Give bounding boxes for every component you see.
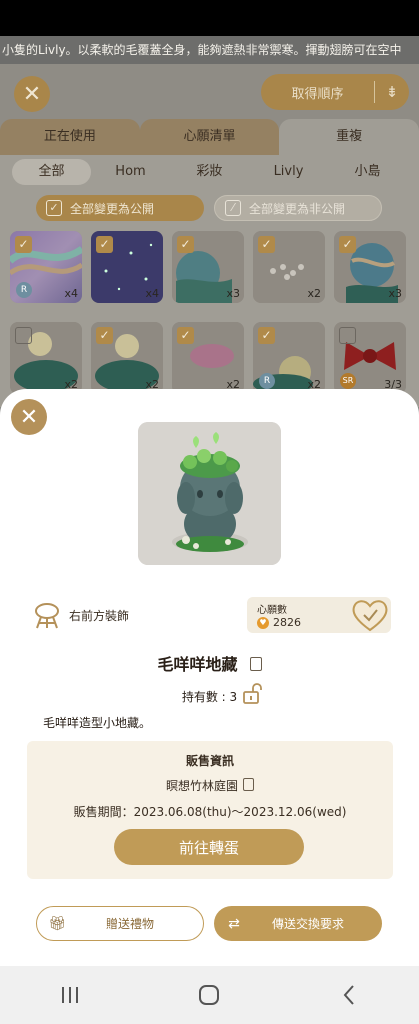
checkbox-icon: ✓ — [258, 236, 275, 253]
status-bar — [0, 0, 419, 36]
slash-box-icon: ⁄ — [225, 200, 241, 216]
sort-order-icon: ⇟ — [385, 83, 399, 101]
rarity-badge: R — [16, 282, 32, 298]
quantity-label: x4 — [145, 287, 159, 300]
recent-apps-icon[interactable] — [40, 975, 100, 1015]
item-detail-sheet: ✕ 右前方裝飾 心願數 ♥ 2826 毛咩咩地藏 持有數: 3 毛咩咩造型小地… — [0, 389, 419, 966]
tab-duplicates[interactable]: 重複 — [279, 119, 419, 155]
trade-icon: ⇄ — [228, 915, 240, 932]
quantity-label: x3 — [226, 287, 240, 300]
home-icon[interactable] — [179, 975, 239, 1015]
grid-item[interactable]: ✓ SR 3/3 — [334, 322, 406, 394]
unchecked-box-icon: ✓ — [339, 327, 356, 344]
grid-item[interactable]: ✓ x2 — [91, 322, 163, 394]
tab-bar: 正在使用 心願清單 重複 — [0, 119, 419, 155]
grid-item[interactable]: ✓ x2 — [172, 322, 244, 394]
heart-icon: ♥ — [257, 616, 269, 629]
grid-item[interactable]: ✓ x4 — [91, 231, 163, 303]
checkbox-icon: ✓ — [46, 200, 62, 216]
inventory-backdrop: ✕ 取得順序 ⇟ 正在使用 心願清單 重複 全部 Hom 彩妝 Livly 小島… — [0, 64, 419, 407]
tab-in-use[interactable]: 正在使用 — [0, 119, 140, 155]
back-icon[interactable] — [319, 975, 379, 1015]
grid-item[interactable]: ✓ x2 — [10, 322, 82, 394]
make-all-public-label: 全部變更為公開 — [70, 201, 155, 216]
quantity-label: x2 — [307, 287, 321, 300]
make-all-private-button[interactable]: ⁄ 全部變更為非公開 — [214, 195, 382, 221]
sort-label: 取得順序 — [291, 86, 344, 102]
slot-label: 右前方裝飾 — [69, 608, 130, 623]
jizo-statue-illustration — [138, 422, 281, 565]
grid-item[interactable]: ✓ x3 — [334, 231, 406, 303]
system-nav-bar — [0, 966, 419, 1024]
tab-wishlist[interactable]: 心願清單 — [139, 119, 280, 155]
checkbox-icon: ✓ — [177, 327, 194, 344]
category-filter: 全部 Hom 彩妝 Livly 小島 — [0, 155, 419, 189]
unchecked-box-icon: ✓ — [15, 327, 32, 344]
owned-count: 持有數 : 3 — [181, 690, 238, 704]
decoration-slot-icon — [35, 603, 59, 629]
checkbox-icon: ✓ — [96, 236, 113, 253]
visibility-row: ✓ 全部變更為公開 ⁄ 全部變更為非公開 — [0, 189, 419, 227]
sale-info-panel: 販售資訊 瞑想竹林庭園 販售期間：2023.06.08(thu)～2023.12… — [27, 741, 393, 879]
subtab-island[interactable]: 小島 — [328, 159, 407, 185]
gift-icon: 🎁︎ — [48, 915, 66, 932]
subtab-all[interactable]: 全部 — [12, 159, 91, 185]
document-icon[interactable] — [249, 657, 262, 671]
subtab-livly[interactable]: Livly — [249, 159, 328, 185]
document-icon[interactable] — [243, 778, 254, 791]
go-to-gacha-button[interactable]: 前往轉蛋 — [114, 829, 304, 865]
sale-period: 販售期間：2023.06.08(thu)～2023.12.06(wed) — [73, 805, 347, 819]
grid-item[interactable]: ✓ R x2 — [253, 322, 325, 394]
grid-item[interactable]: ✓ R x4 — [10, 231, 82, 303]
rarity-badge: R — [259, 373, 275, 389]
unlock-icon[interactable] — [241, 683, 263, 705]
sort-button[interactable]: 取得順序 ⇟ — [261, 74, 409, 110]
make-all-public-button[interactable]: ✓ 全部變更為公開 — [36, 195, 204, 221]
shop-row: 瞑想竹林庭園 — [27, 777, 393, 794]
item-description: 毛咩咩造型小地藏。 — [43, 716, 152, 730]
grid-item[interactable]: ✓ x3 — [172, 231, 244, 303]
close-icon[interactable]: ✕ — [11, 399, 47, 435]
checkbox-icon: ✓ — [15, 236, 32, 253]
item-preview-image — [138, 422, 281, 565]
wish-count-value: 2826 — [273, 616, 301, 629]
news-ticker: 小隻的Livly。以柔軟的毛覆蓋全身，能夠遮熱非常禦寒。揮動翅膀可在空中 — [0, 36, 419, 64]
checkbox-icon: ✓ — [96, 327, 113, 344]
shop-name: 瞑想竹林庭園 — [165, 779, 238, 793]
make-all-private-label: 全部變更為非公開 — [249, 201, 346, 216]
wish-count-row: ♥ 2826 — [257, 616, 301, 629]
wishlist-heart-button[interactable] — [350, 595, 390, 635]
send-gift-label: 贈送禮物 — [105, 917, 154, 931]
send-trade-request-label: 傳送交換要求 — [271, 917, 344, 931]
sale-info-heading: 販售資訊 — [185, 754, 234, 768]
equip-slot: 右前方裝飾 — [33, 601, 129, 629]
grid-item[interactable]: ✓ x2 — [253, 231, 325, 303]
send-trade-request-button[interactable]: ⇄ 傳送交換要求 — [214, 906, 382, 941]
quantity-label: x4 — [64, 287, 78, 300]
wish-count-label: 心願數 — [257, 605, 287, 616]
checkbox-icon: ✓ — [339, 236, 356, 253]
item-name: 毛咩咩地藏 — [157, 655, 238, 674]
subtab-makeup[interactable]: 彩妝 — [170, 159, 249, 185]
item-grid: ✓ R x4 ✓ x4 ✓ x3 ✓ x2 ✓ x3 ✓ x2 — [0, 227, 419, 407]
subtab-home[interactable]: Hom — [91, 159, 170, 185]
checkbox-icon: ✓ — [177, 236, 194, 253]
item-name-row: 毛咩咩地藏 — [0, 651, 419, 675]
rarity-badge: SR — [340, 373, 356, 389]
close-icon[interactable]: ✕ — [14, 76, 50, 112]
checkbox-icon: ✓ — [258, 327, 275, 344]
send-gift-button[interactable]: 🎁︎ 贈送禮物 — [36, 906, 204, 941]
quantity-label: x3 — [388, 287, 402, 300]
